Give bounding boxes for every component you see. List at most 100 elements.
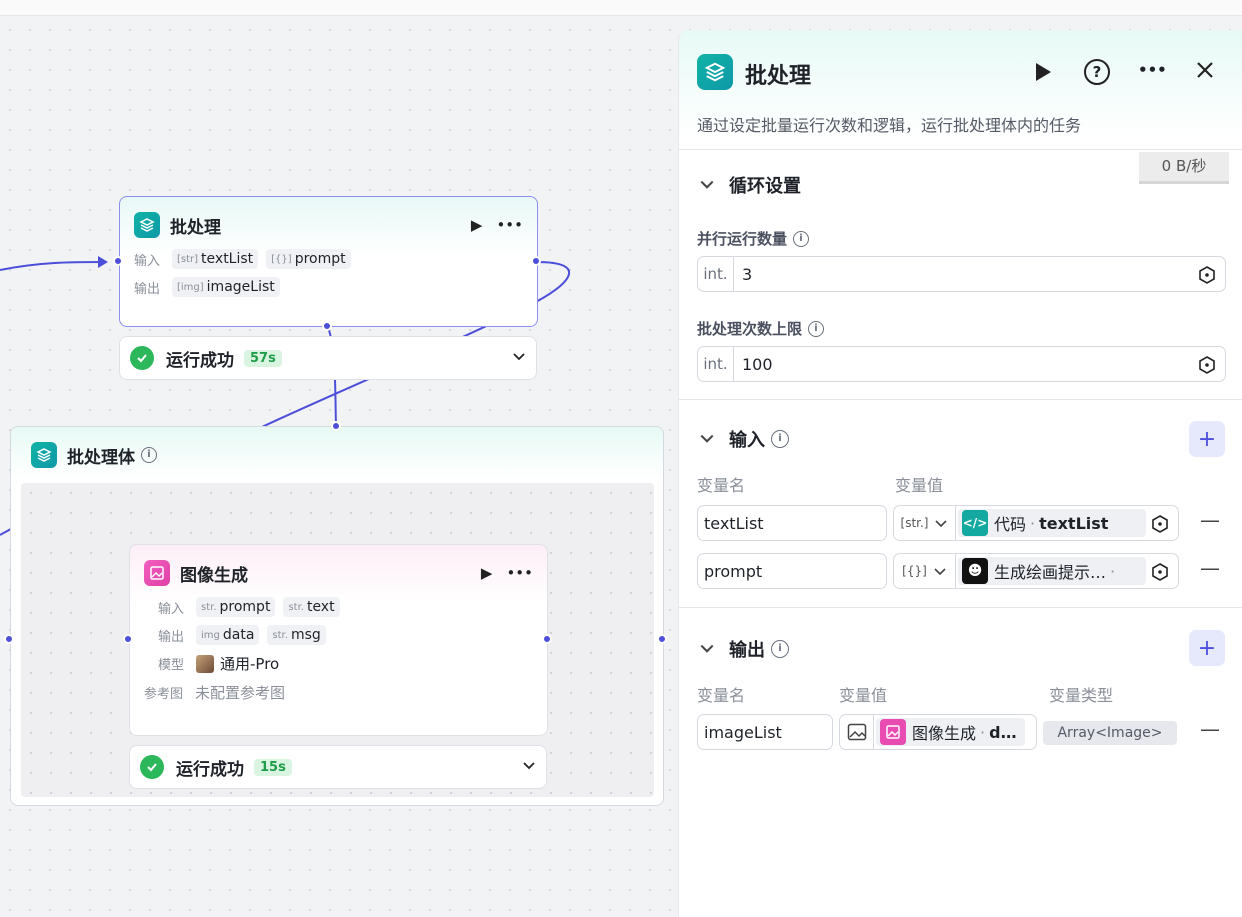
col-header-value: 变量值 — [895, 476, 944, 495]
more-icon[interactable]: ••• — [496, 216, 523, 234]
col-header-value: 变量值 — [839, 686, 888, 705]
input-section-header[interactable]: 输入 i — [699, 426, 789, 452]
int-type-tag: int. — [698, 257, 734, 291]
output-section: 输出 i + 变量名 变量值 变量类型 imageList 图像生成 · d… Ar… — [679, 608, 1242, 808]
help-icon[interactable]: ? — [1084, 59, 1110, 85]
var-type-badge: Array<Image> — [1043, 721, 1177, 745]
body-right-port[interactable] — [657, 634, 667, 644]
parallel-value: 3 — [742, 264, 753, 284]
batch-output-port[interactable] — [531, 256, 541, 266]
image-input-port[interactable] — [123, 634, 133, 644]
info-icon[interactable]: i — [771, 640, 789, 658]
batch-body-title: 批处理体 — [67, 447, 135, 468]
chevron-down-icon — [935, 520, 948, 528]
more-icon[interactable]: ••• — [506, 564, 533, 582]
image-status-bar[interactable]: 运行成功 15s — [129, 745, 547, 789]
col-header-name: 变量名 — [697, 476, 746, 495]
image-gen-node[interactable]: 图像生成 ▶ ••• 输入 str. prompt str. text 输出 img… — [129, 544, 548, 736]
add-output-button[interactable]: + — [1189, 630, 1225, 666]
net-speed-indicator: 0 B/秒 — [1139, 152, 1229, 184]
batch-status-bar[interactable]: 运行成功 57s — [119, 336, 537, 380]
code-icon: </> — [962, 510, 988, 536]
output-chip: str. msg — [267, 625, 326, 645]
limit-value: 100 — [742, 354, 773, 374]
add-input-button[interactable]: + — [1189, 421, 1225, 457]
input-section: 输入 i + 变量名 变量值 textList [str.] </> 代码 · te… — [679, 400, 1242, 608]
more-icon[interactable]: ••• — [1138, 61, 1167, 79]
close-icon[interactable] — [1195, 60, 1215, 84]
remove-row-button[interactable]: — — [1200, 556, 1220, 580]
model-label: 模型 — [158, 658, 185, 673]
image-node-title: 图像生成 — [180, 565, 248, 586]
output-var-value-field[interactable]: 图像生成 · d… — [839, 714, 1037, 750]
loop-section: 0 B/秒 循环设置 并行运行数量 i int. 3 批处理次数上限 i int. … — [679, 150, 1242, 400]
input-chip: [{}] prompt — [266, 249, 351, 269]
input-label: 输入 — [158, 601, 185, 617]
section-title: 输出 — [729, 640, 765, 661]
input-chip: [str] textList — [172, 249, 259, 269]
variable-hex-icon[interactable] — [1197, 265, 1217, 285]
ref-value: 未配置参考图 — [195, 684, 286, 702]
remove-row-button[interactable]: — — [1200, 508, 1220, 532]
batch-input-port[interactable] — [113, 256, 123, 266]
limit-input[interactable]: int. 100 — [697, 346, 1226, 382]
info-icon[interactable]: i — [793, 230, 810, 247]
type-select[interactable]: [str.] — [894, 506, 956, 540]
layers-icon — [697, 54, 733, 90]
image-output-port[interactable] — [542, 634, 552, 644]
chevron-down-icon — [934, 568, 946, 576]
chevron-down-icon[interactable] — [512, 349, 526, 367]
variable-hex-icon[interactable] — [1150, 514, 1170, 534]
robot-icon: ☻ — [962, 558, 988, 584]
model-avatar — [196, 654, 214, 673]
body-left-port[interactable] — [4, 634, 14, 644]
batch-bottom-port[interactable] — [322, 321, 332, 331]
input-var-name-field[interactable]: textList — [697, 505, 887, 541]
image-icon: img — [201, 629, 220, 641]
check-circle-icon — [140, 755, 164, 779]
parallel-input[interactable]: int. 3 — [697, 256, 1226, 292]
output-section-header[interactable]: 输出 i — [699, 636, 789, 662]
panel-header: 批处理 ? ••• 通过设定批量运行次数和逻辑，运行批处理体内的任务 — [679, 30, 1242, 150]
batch-node-title: 批处理 — [170, 217, 221, 238]
panel-title: 批处理 — [745, 64, 812, 89]
type-select[interactable]: [{}] — [894, 554, 956, 588]
col-header-name: 变量名 — [697, 686, 746, 705]
run-icon[interactable]: ▶ — [471, 216, 483, 234]
output-chip: [img] imageList — [172, 277, 280, 297]
chevron-down-icon[interactable] — [522, 758, 536, 776]
body-top-port[interactable] — [331, 421, 341, 431]
variable-hex-icon[interactable] — [1150, 562, 1170, 582]
limit-label: 批处理次数上限 i — [697, 318, 825, 339]
variable-ref-chip: 图像生成 · d… — [876, 718, 1025, 746]
loop-section-header[interactable]: 循环设置 — [699, 172, 801, 198]
input-var-name-field[interactable]: prompt — [697, 553, 887, 589]
arrowhead-batch-in — [98, 256, 108, 268]
input-chip: str. text — [283, 597, 340, 617]
info-icon[interactable]: i — [141, 447, 157, 463]
output-label: 输出 — [158, 629, 185, 645]
input-var-value-field[interactable]: [str.] </> 代码 · textList — [893, 505, 1179, 541]
run-icon[interactable]: ▶ — [481, 564, 493, 582]
panel-description: 通过设定批量运行次数和逻辑，运行批处理体内的任务 — [697, 116, 1082, 135]
run-icon[interactable] — [1033, 61, 1053, 87]
info-icon[interactable]: i — [808, 320, 825, 337]
settings-panel: 批处理 ? ••• 通过设定批量运行次数和逻辑，运行批处理体内的任务 0 B/秒… — [678, 30, 1242, 917]
variable-hex-icon[interactable] — [1197, 355, 1217, 375]
model-value: 通用-Pro — [220, 655, 280, 673]
input-var-value-field[interactable]: [{}] ☻ 生成绘画提示… · — [893, 553, 1179, 589]
remove-row-button[interactable]: — — [1200, 717, 1220, 741]
batch-node[interactable]: 批处理 ▶ ••• 输入 [str] textList [{}] prompt 输出… — [119, 196, 538, 327]
output-chip: img data — [196, 625, 260, 645]
output-label: 输出 — [134, 281, 161, 297]
info-icon[interactable]: i — [771, 430, 789, 448]
chevron-down-icon — [700, 180, 714, 189]
chevron-down-icon — [700, 644, 714, 653]
output-var-name-field[interactable]: imageList — [697, 714, 833, 750]
section-title: 输入 — [729, 430, 765, 451]
status-time-badge: 15s — [254, 758, 292, 776]
status-text: 运行成功 — [166, 350, 234, 371]
status-time-badge: 57s — [244, 349, 282, 367]
ref-label: 参考图 — [144, 687, 184, 702]
edge-into-batch — [0, 261, 107, 271]
